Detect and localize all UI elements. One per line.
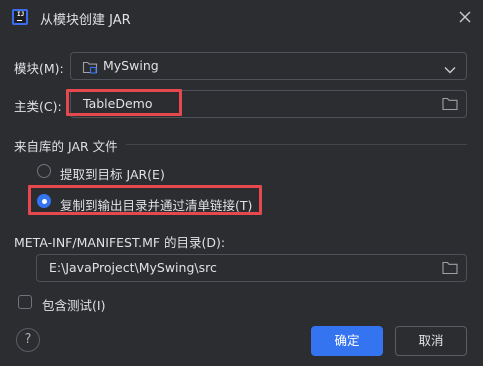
include-tests-checkbox[interactable] — [18, 295, 32, 309]
chevron-down-icon — [444, 62, 456, 74]
main-class-label: 主类(C): — [14, 99, 62, 114]
help-button[interactable]: ? — [16, 328, 40, 352]
libraries-section-title: 来自库的 JAR 文件 — [14, 139, 118, 154]
folder-icon[interactable] — [442, 97, 458, 111]
manifest-label: META-INF/MANIFEST.MF 的目录(D): — [14, 235, 226, 250]
highlight-copy-link — [28, 185, 262, 215]
cancel-button[interactable]: 取消 — [395, 326, 467, 356]
module-select[interactable]: MySwing — [70, 52, 467, 80]
folder-icon[interactable] — [442, 261, 458, 275]
radio-extract-label[interactable]: 提取到目标 JAR(E) — [60, 164, 165, 183]
module-folder-icon — [82, 59, 98, 75]
module-value: MySwing — [103, 58, 159, 73]
dialog-title: 从模块创建 JAR — [40, 13, 131, 28]
highlight-main-class — [66, 89, 182, 116]
module-label: 模块(M): — [14, 61, 64, 76]
manifest-dir-value: E:\JavaProject\MySwing\src — [49, 260, 217, 275]
section-divider — [126, 144, 467, 145]
radio-extract[interactable] — [37, 164, 51, 178]
app-icon: IJ — [12, 9, 28, 25]
ok-button[interactable]: 确定 — [311, 326, 383, 356]
app-icon-text: IJ — [17, 11, 25, 18]
manifest-dir-field[interactable]: E:\JavaProject\MySwing\src — [36, 254, 467, 282]
include-tests-label[interactable]: 包含测试(I) — [42, 295, 105, 314]
close-icon[interactable] — [456, 8, 474, 26]
